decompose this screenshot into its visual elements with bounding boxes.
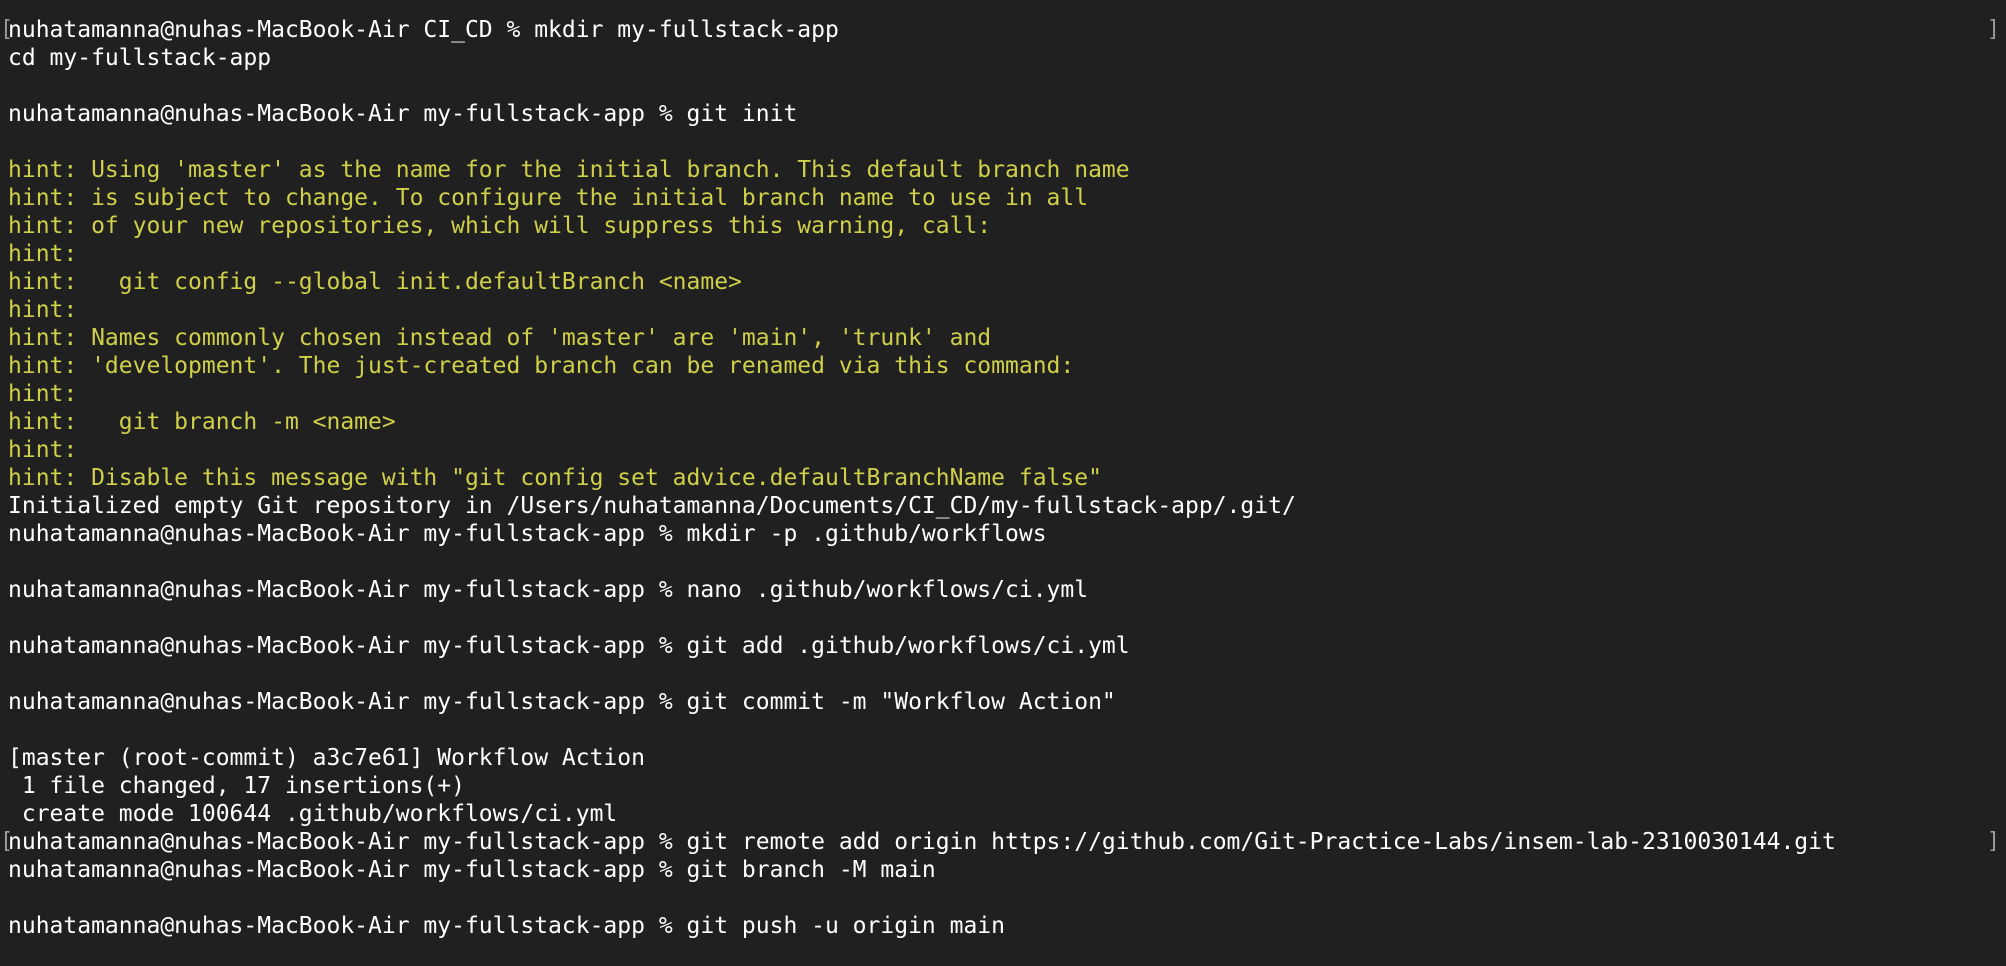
command-line: cd my-fullstack-app (8, 45, 272, 71)
hint-line: hint: is subject to change. To configure… (8, 185, 1089, 211)
hint-line: hint: (8, 437, 78, 463)
hint-line: hint: Names commonly chosen instead of '… (8, 325, 992, 351)
command-line: nuhatamanna@nuhas-MacBook-Air my-fullsta… (8, 577, 1089, 603)
hint-line: hint: Using 'master' as the name for the… (8, 157, 1130, 183)
command-line: nuhatamanna@nuhas-MacBook-Air CI_CD % mk… (8, 17, 839, 43)
hint-line: hint: Disable this message with "git con… (8, 465, 1102, 491)
hint-line: hint: git branch -m <name> (8, 409, 396, 435)
output-line: Initialized empty Git repository in /Use… (8, 493, 1296, 519)
terminal-window[interactable]: [ ] [ ] nuhatamanna@nuhas-MacBook-Air CI… (0, 0, 2006, 966)
command-line: nuhatamanna@nuhas-MacBook-Air my-fullsta… (8, 913, 1005, 939)
command-line: nuhatamanna@nuhas-MacBook-Air my-fullsta… (8, 689, 1116, 715)
terminal-output: nuhatamanna@nuhas-MacBook-Air CI_CD % mk… (8, 16, 1836, 940)
line-bracket-right: ] (1986, 17, 2000, 42)
hint-line: hint: (8, 241, 78, 267)
hint-line: hint: of your new repositories, which wi… (8, 213, 992, 239)
command-line: nuhatamanna@nuhas-MacBook-Air my-fullsta… (8, 101, 798, 127)
output-line: create mode 100644 .github/workflows/ci.… (8, 801, 618, 827)
output-line: 1 file changed, 17 insertions(+) (8, 773, 465, 799)
line-bracket-right: ] (1986, 829, 2000, 854)
hint-line: hint: (8, 297, 78, 323)
command-line: nuhatamanna@nuhas-MacBook-Air my-fullsta… (8, 521, 1047, 547)
output-line: [master (root-commit) a3c7e61] Workflow … (8, 745, 645, 771)
command-line: nuhatamanna@nuhas-MacBook-Air my-fullsta… (8, 829, 1836, 855)
hint-line: hint: 'development'. The just-created br… (8, 353, 1075, 379)
hint-line: hint: git config --global init.defaultBr… (8, 269, 742, 295)
hint-line: hint: (8, 381, 78, 407)
command-line: nuhatamanna@nuhas-MacBook-Air my-fullsta… (8, 633, 1130, 659)
command-line: nuhatamanna@nuhas-MacBook-Air my-fullsta… (8, 857, 936, 883)
